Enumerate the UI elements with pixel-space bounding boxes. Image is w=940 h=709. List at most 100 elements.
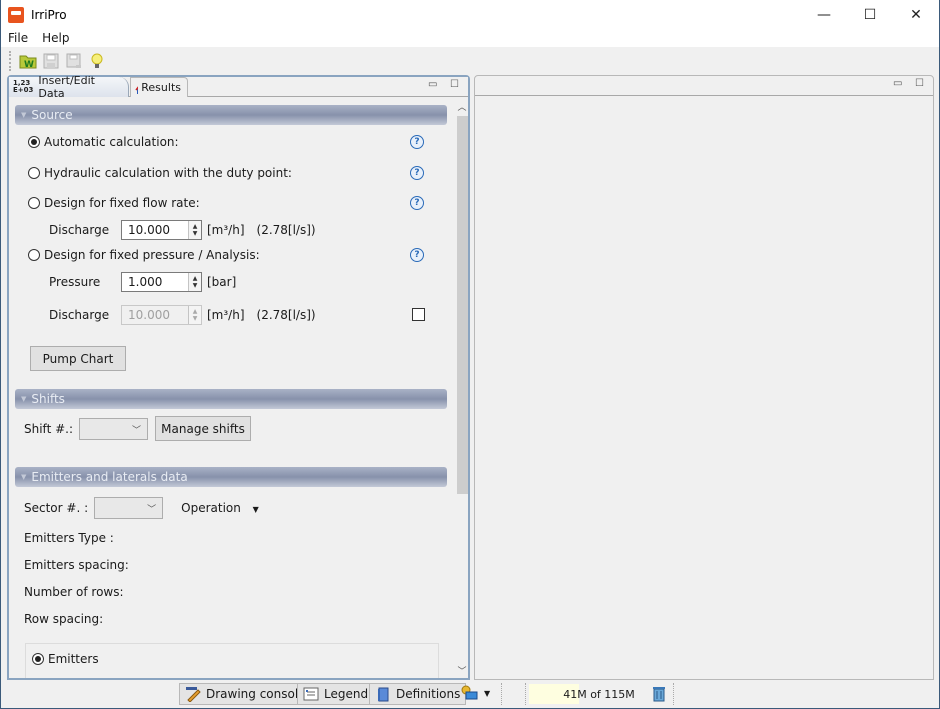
discharge-enable-checkbox[interactable] — [412, 308, 425, 321]
title-bar: IrriPro — ☐ ✕ — [1, 0, 939, 29]
discharge-value[interactable]: 10.000 — [122, 308, 188, 322]
memory-indicator: 41M of 115M — [529, 684, 669, 704]
shift-select[interactable]: ﹀ — [79, 418, 149, 440]
row-spacing-label: Row spacing: — [24, 612, 104, 626]
manage-shifts-button[interactable]: Manage shifts — [155, 416, 251, 441]
converted-value: (2.78[l/s]) — [256, 308, 316, 322]
definitions-button[interactable]: Definitions — [369, 683, 467, 705]
shifts-section-header[interactable]: ▼ Shifts — [15, 389, 447, 409]
collapse-icon: ▼ — [21, 395, 27, 403]
sector-label: Sector #. : — [24, 501, 89, 515]
pressure-value[interactable]: 1.000 — [122, 275, 188, 289]
toolbar-grip[interactable] — [9, 50, 12, 71]
panel-maximize-button[interactable]: ☐ — [915, 78, 924, 89]
drawing-console-button[interactable]: Drawing console — [179, 683, 312, 705]
lightbulb-icon — [91, 53, 103, 68]
pump-chart-button[interactable]: Pump Chart — [30, 346, 126, 371]
option-automatic-calculation[interactable]: Automatic calculation: — [28, 135, 179, 149]
panel-tabstrip: 1,23 E+03 Insert/Edit Data Results ▭ ☐ — [9, 74, 468, 100]
network-settings-button[interactable]: ▼ — [460, 685, 490, 701]
tab-insert-edit-data[interactable]: 1,23 E+03 Insert/Edit Data — [9, 74, 129, 100]
scroll-up-icon[interactable]: ︿ — [456, 100, 468, 114]
radio-fixed-pressure[interactable] — [28, 249, 40, 261]
minimize-button[interactable]: — — [801, 0, 847, 29]
tab-results[interactable]: Results — [130, 77, 188, 97]
radio-automatic[interactable] — [28, 136, 40, 148]
spinner-arrows[interactable]: ▲ ▼ — [188, 221, 201, 239]
help-icon[interactable]: ? — [410, 166, 424, 180]
collapse-icon: ▼ — [21, 111, 27, 119]
operation-menu[interactable]: Operation ▼ — [181, 501, 259, 515]
legend-button[interactable]: Legend — [297, 683, 375, 705]
panel-minimize-button[interactable]: ▭ — [428, 79, 437, 90]
panel-minimize-button[interactable]: ▭ — [893, 78, 902, 89]
drawing-panel: ▭ ☐ — [474, 75, 934, 680]
operation-label: Operation — [181, 501, 241, 515]
save-button[interactable] — [41, 51, 61, 71]
flow-discharge-spinner[interactable]: 10.000 ▲ ▼ — [121, 220, 202, 240]
network-computer-icon — [461, 685, 478, 700]
scrollbar-thumb[interactable] — [457, 116, 468, 494]
chevron-down-icon: ﹀ — [132, 425, 142, 436]
radio-fixed-flow[interactable] — [28, 197, 40, 209]
tab-label: Results — [141, 81, 181, 94]
emitters-section-header[interactable]: ▼ Emitters and laterals data — [15, 467, 447, 487]
shift-label: Shift #.: — [24, 422, 74, 436]
source-section-header[interactable]: ▼ Source — [15, 105, 447, 125]
chart-icon — [135, 85, 139, 94]
discharge-label: Discharge — [49, 223, 110, 237]
discharge-value[interactable]: 10.000 — [122, 223, 188, 237]
option-label: Design for fixed pressure / Analysis: — [44, 248, 260, 262]
discharge-label: Discharge — [49, 308, 110, 322]
pressure-discharge-spinner[interactable]: 10.000 ▲ ▼ — [121, 305, 202, 325]
pressure-spinner[interactable]: 1.000 ▲ ▼ — [121, 272, 202, 292]
option-fixed-flow-rate[interactable]: Design for fixed flow rate: — [28, 196, 200, 210]
help-icon[interactable]: ? — [410, 196, 424, 210]
chevron-down-icon: ﹀ — [147, 504, 157, 515]
menu-bar: File Help — [1, 29, 939, 47]
emitters-spacing-label: Emitters spacing: — [24, 558, 129, 572]
garbage-collect-button[interactable] — [652, 685, 666, 705]
spinner-arrows[interactable]: ▲ ▼ — [188, 273, 201, 291]
radio-emitters[interactable] — [32, 653, 44, 665]
pressure-row: Pressure 1.000 ▲ ▼ [bar] — [49, 272, 236, 292]
open-project-button[interactable]: W — [18, 51, 38, 71]
maximize-button[interactable]: ☐ — [847, 0, 893, 29]
window-title: IrriPro — [31, 7, 67, 22]
tab-label: Insert/Edit Data — [38, 74, 95, 100]
form-scroll-area: ▼ Source Automatic calculation: ? Hydrau… — [9, 98, 456, 678]
menu-file[interactable]: File — [1, 31, 35, 45]
drawing-panel-header: ▭ ☐ — [475, 76, 933, 96]
help-icon[interactable]: ? — [410, 248, 424, 262]
separator — [673, 683, 674, 705]
save-as-button[interactable] — [64, 51, 84, 71]
close-button[interactable]: ✕ — [893, 0, 939, 29]
option-label: Emitters — [48, 652, 99, 666]
menu-help[interactable]: Help — [35, 31, 76, 45]
toolbar: W — [1, 47, 939, 74]
section-title: Source — [31, 108, 73, 122]
pressure-label: Pressure — [49, 275, 101, 289]
tips-button[interactable] — [87, 51, 107, 71]
book-icon — [375, 686, 391, 702]
option-hydraulic-calculation[interactable]: Hydraulic calculation with the duty poin… — [28, 166, 292, 180]
pencil-icon — [185, 686, 201, 702]
option-emitters[interactable]: Emitters — [32, 652, 99, 666]
sector-row: Sector #. : ﹀ Operation ▼ — [24, 497, 259, 519]
floppy-icon — [43, 53, 59, 68]
option-label: Hydraulic calculation with the duty poin… — [44, 166, 292, 180]
legend-icon — [303, 686, 319, 702]
spinner-arrows[interactable]: ▲ ▼ — [188, 306, 201, 324]
scroll-down-icon[interactable]: ﹀ — [456, 664, 468, 678]
sector-select[interactable]: ﹀ — [94, 497, 164, 519]
section-title: Shifts — [31, 392, 65, 406]
vertical-scrollbar[interactable]: ︿ ﹀ — [456, 98, 468, 678]
option-fixed-pressure[interactable]: Design for fixed pressure / Analysis: — [28, 248, 260, 262]
radio-hydraulic[interactable] — [28, 167, 40, 179]
panel-maximize-button[interactable]: ☐ — [450, 79, 459, 90]
converted-value: (2.78[l/s]) — [256, 223, 316, 237]
help-icon[interactable]: ? — [410, 135, 424, 149]
drawing-canvas[interactable] — [475, 96, 933, 679]
shift-row: Shift #.: ﹀ — [24, 418, 149, 440]
dropdown-arrow-icon: ▼ — [484, 688, 491, 698]
